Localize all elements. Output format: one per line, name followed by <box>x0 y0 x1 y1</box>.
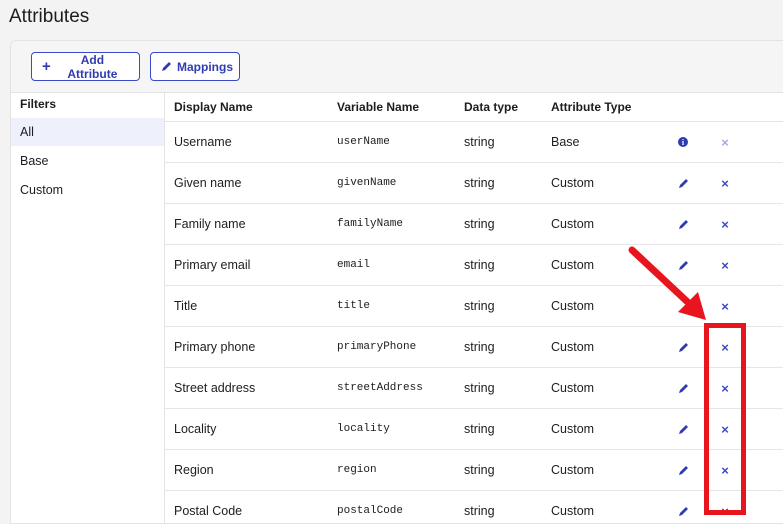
display-name-cell: Family name <box>174 217 246 231</box>
display-name-cell: Primary phone <box>174 340 256 354</box>
attribute-type-cell: Custom <box>551 422 595 436</box>
display-name-cell: Postal Code <box>174 504 243 518</box>
edit-icon[interactable] <box>674 420 692 438</box>
attribute-type-cell: Custom <box>551 258 595 272</box>
table-row: Region region string Custom × <box>164 450 783 491</box>
toolbar: + Add Attribute Mappings <box>11 41 783 93</box>
variable-name-cell: streetAddress <box>337 382 423 394</box>
display-name-cell: Given name <box>174 176 242 190</box>
edit-icon[interactable] <box>674 502 692 520</box>
variable-name-cell: givenName <box>337 177 397 189</box>
delete-icon: × <box>721 134 729 150</box>
plus-icon: + <box>42 58 51 75</box>
filters-heading: Filters <box>20 97 57 111</box>
data-type-cell: string <box>464 217 495 231</box>
attribute-type-cell: Custom <box>551 340 595 354</box>
variable-name-cell: email <box>337 259 371 271</box>
delete-icon[interactable]: × <box>716 215 734 233</box>
data-type-cell: string <box>464 299 495 313</box>
filter-base[interactable]: Base <box>11 147 164 175</box>
filters-sidebar: Filters All Base Custom <box>11 93 165 523</box>
display-name-cell: Region <box>174 463 214 477</box>
attribute-type-cell: Custom <box>551 381 595 395</box>
attribute-type-cell: Custom <box>551 504 595 518</box>
data-type-cell: string <box>464 463 495 477</box>
data-type-cell: string <box>464 176 495 190</box>
data-type-cell: string <box>464 135 495 149</box>
variable-name-cell: title <box>337 300 371 312</box>
edit-icon[interactable] <box>674 174 692 192</box>
mappings-button[interactable]: Mappings <box>150 52 240 81</box>
add-attribute-label: Add Attribute <box>67 52 118 81</box>
variable-name-cell: region <box>337 464 377 476</box>
edit-icon[interactable] <box>674 338 692 356</box>
table-row: Postal Code postalCode string Custom × <box>164 491 783 523</box>
column-data-type: Data type <box>464 100 519 114</box>
delete-icon[interactable]: × <box>716 256 734 274</box>
page-title: Attributes <box>9 6 90 27</box>
mappings-label: Mappings <box>177 59 233 74</box>
edit-icon[interactable] <box>674 379 692 397</box>
display-name-cell: Street address <box>174 381 256 395</box>
annotation-highlight-box <box>704 323 746 515</box>
pencil-icon <box>161 61 172 72</box>
attribute-type-cell: Custom <box>551 176 595 190</box>
filter-all[interactable]: All <box>11 118 164 146</box>
table-row: Primary email email string Custom × <box>164 245 783 286</box>
display-name-cell: Username <box>174 135 232 149</box>
table-row: Primary phone primaryPhone string Custom × <box>164 327 783 368</box>
delete-icon[interactable]: × <box>716 174 734 192</box>
variable-name-cell: postalCode <box>337 505 404 517</box>
attribute-type-cell: Custom <box>551 217 595 231</box>
add-attribute-button[interactable]: + Add Attribute <box>31 52 140 81</box>
variable-name-cell: userName <box>337 136 390 148</box>
column-variable-name: Variable Name <box>337 100 420 114</box>
column-display-name: Display Name <box>174 100 253 114</box>
display-name-cell: Primary email <box>174 258 251 272</box>
table-row: Locality locality string Custom × <box>164 409 783 450</box>
display-name-cell: Locality <box>174 422 217 436</box>
variable-name-cell: familyName <box>337 218 404 230</box>
table-row: Title title string Custom × <box>164 286 783 327</box>
attributes-panel: + Add Attribute Mappings Filters All Bas… <box>10 40 783 524</box>
data-type-cell: string <box>464 340 495 354</box>
display-name-cell: Title <box>174 299 198 313</box>
data-type-cell: string <box>464 258 495 272</box>
info-icon[interactable]: i <box>674 133 692 151</box>
edit-icon[interactable] <box>674 461 692 479</box>
table-row: Username userName string Base i × <box>164 122 783 163</box>
filter-custom[interactable]: Custom <box>11 176 164 204</box>
attribute-type-cell: Custom <box>551 299 595 313</box>
attribute-type-cell: Custom <box>551 463 595 477</box>
variable-name-cell: primaryPhone <box>337 341 417 353</box>
edit-icon[interactable] <box>674 215 692 233</box>
data-type-cell: string <box>464 422 495 436</box>
attribute-type-cell: Base <box>551 135 580 149</box>
delete-icon[interactable]: × <box>716 297 734 315</box>
table-row: Given name givenName string Custom × <box>164 163 783 204</box>
column-attribute-type: Attribute Type <box>551 100 632 114</box>
data-type-cell: string <box>464 381 495 395</box>
table-row: Family name familyName string Custom × <box>164 204 783 245</box>
edit-icon[interactable] <box>674 256 692 274</box>
data-type-cell: string <box>464 504 495 518</box>
variable-name-cell: locality <box>337 423 390 435</box>
table-row: Street address streetAddress string Custom × <box>164 368 783 409</box>
table-header: Display Name Variable Name Data type Att… <box>164 93 783 122</box>
